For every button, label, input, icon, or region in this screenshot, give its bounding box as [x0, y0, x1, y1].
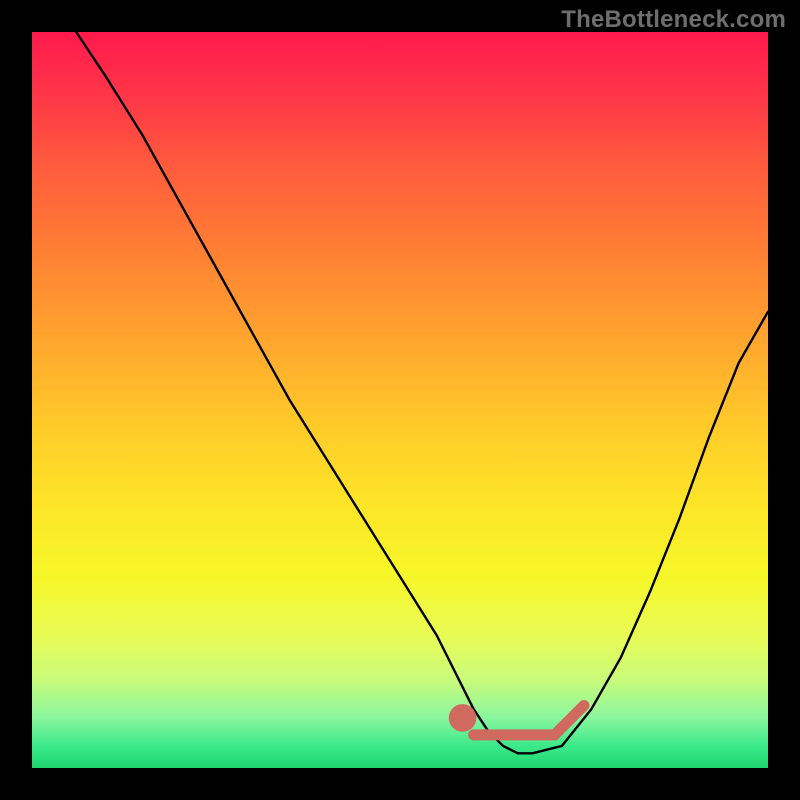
bottleneck-plot-svg [32, 32, 768, 768]
watermark-text: TheBottleneck.com [561, 6, 786, 34]
highlight-dot [449, 704, 477, 732]
bottleneck-curve [76, 32, 768, 753]
highlight-segment [474, 705, 584, 734]
chart-area [32, 32, 768, 768]
